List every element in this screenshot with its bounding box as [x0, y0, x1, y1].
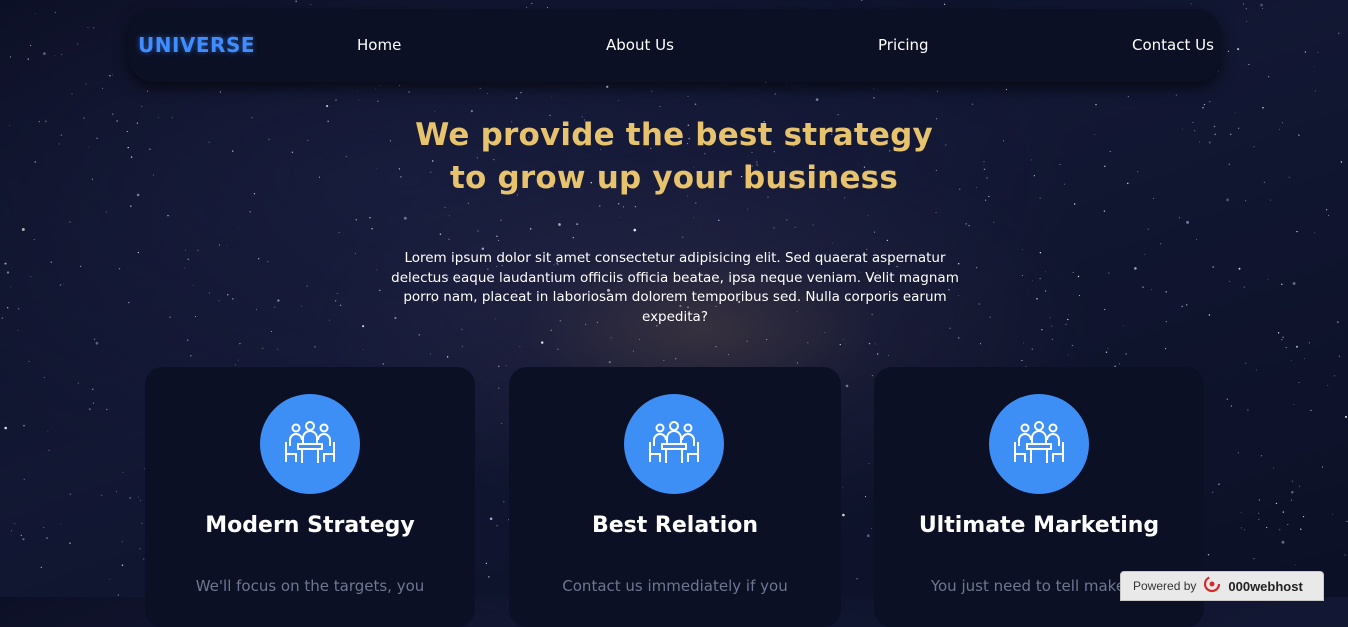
nav-home[interactable]: Home	[357, 36, 401, 54]
card-title: Best Relation	[591, 513, 759, 538]
nav-about-us[interactable]: About Us	[606, 36, 674, 54]
hero-title: We provide the best strategy to grow up …	[0, 114, 1348, 200]
webhost-logo-icon	[1202, 575, 1222, 598]
card-title: Ultimate Marketing	[918, 513, 1160, 538]
powered-by-label: Powered by	[1133, 579, 1197, 593]
hero-description: Lorem ipsum dolor sit amet consectetur a…	[391, 250, 959, 325]
meeting-icon	[260, 394, 360, 494]
meeting-icon	[624, 394, 724, 494]
card-text: We'll focus on the targets, you	[195, 577, 425, 595]
nav-contact-us[interactable]: Contact Us	[1132, 36, 1214, 54]
feature-card-best-relation: Best Relation Contact us immediately if …	[509, 367, 841, 627]
card-title: Modern Strategy	[205, 513, 415, 538]
logo[interactable]: UNIVERSE	[138, 33, 255, 57]
nav-pricing[interactable]: Pricing	[878, 36, 929, 54]
meeting-icon	[989, 394, 1089, 494]
hero-title-line-2: to grow up your business	[450, 160, 898, 196]
navbar: UNIVERSE Home About Us Pricing Contact U…	[128, 9, 1221, 82]
hero-title-line-1: We provide the best strategy	[415, 117, 933, 153]
powered-by-brand: 000webhost	[1228, 578, 1303, 594]
feature-card-modern-strategy: Modern Strategy We'll focus on the targe…	[145, 367, 475, 627]
card-text: Contact us immediately if you	[562, 577, 788, 595]
